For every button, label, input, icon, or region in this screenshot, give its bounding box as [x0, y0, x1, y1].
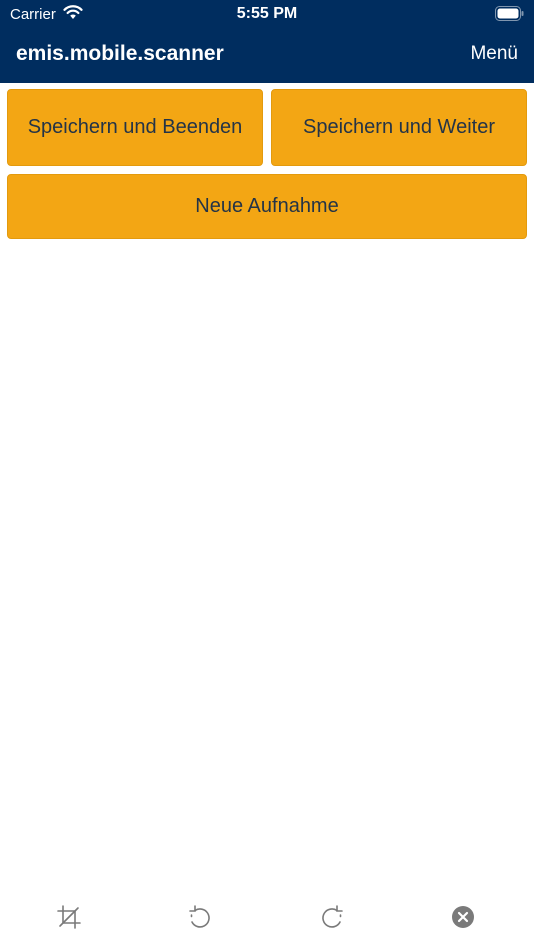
- rotate-left-icon[interactable]: [186, 903, 214, 931]
- top-bar: Carrier 5:55 PM emis.mobile.scanner Menü: [0, 0, 534, 83]
- close-circle-icon[interactable]: [449, 903, 477, 931]
- save-and-finish-button[interactable]: Speichern und Beenden: [7, 89, 263, 166]
- status-time: 5:55 PM: [236, 5, 298, 22]
- battery-icon: [495, 6, 524, 21]
- app-title: emis.mobile.scanner: [16, 42, 224, 65]
- rotate-right-icon[interactable]: [318, 903, 346, 931]
- new-capture-button[interactable]: Neue Aufnahme: [7, 174, 527, 239]
- save-and-continue-button[interactable]: Speichern und Weiter: [271, 89, 527, 166]
- scanner-screen: Carrier 5:55 PM emis.mobile.scanner Menü…: [0, 0, 534, 950]
- bottom-toolbar: [0, 885, 534, 950]
- menu-button[interactable]: Menü: [470, 43, 518, 65]
- crop-icon[interactable]: [55, 903, 83, 931]
- status-bar: Carrier 5:55 PM: [0, 0, 534, 30]
